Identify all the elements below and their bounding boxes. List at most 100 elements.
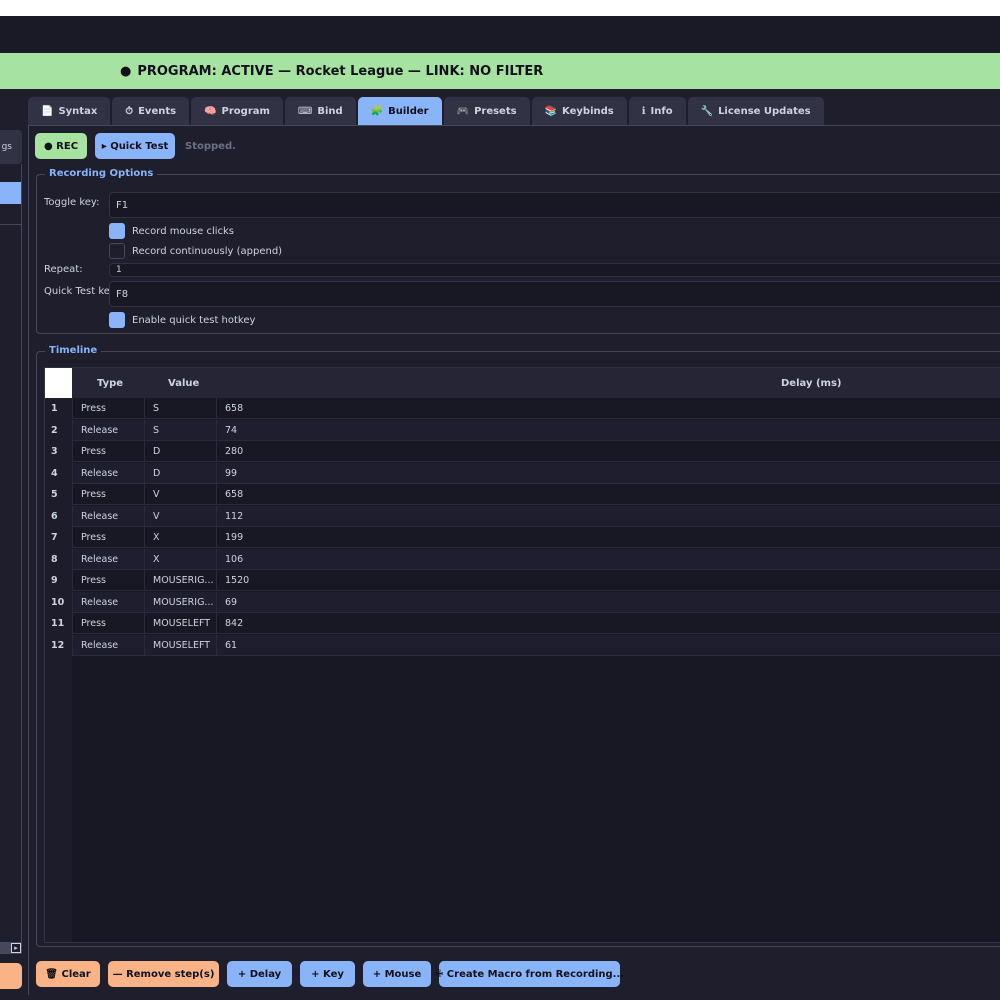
tab-syntax[interactable]: 📄 Syntax: [28, 97, 111, 125]
tab-keybinds[interactable]: 📚 Keybinds: [531, 97, 627, 125]
cell-value[interactable]: MOUSELEFT: [144, 613, 216, 634]
cell-type[interactable]: Release: [72, 462, 144, 484]
table-row[interactable]: 11 Press MOUSELEFT 842: [45, 613, 1000, 634]
cell-type[interactable]: Release: [72, 634, 144, 656]
cell-type[interactable]: Press: [72, 570, 144, 591]
tab-events[interactable]: ⏱ Events: [112, 97, 190, 125]
builder-content: ● REC ▸ Quick Test Stopped. Recording Op…: [28, 125, 1000, 995]
cell-value[interactable]: X: [144, 527, 216, 548]
record-mouse-clicks-checkbox[interactable]: [109, 223, 125, 239]
cell-value[interactable]: D: [144, 441, 216, 462]
cell-delay[interactable]: 61: [216, 634, 1000, 656]
select-all-corner[interactable]: [45, 368, 72, 398]
add-mouse-button[interactable]: + Mouse: [363, 961, 431, 987]
table-row[interactable]: 10 Release MOUSERIG... 69: [45, 591, 1000, 613]
cell-type[interactable]: Press: [72, 441, 144, 462]
cell-type[interactable]: Press: [72, 527, 144, 548]
row-number: 10: [45, 591, 72, 613]
cell-delay[interactable]: 106: [216, 548, 1000, 570]
record-continuously-row[interactable]: Record continuously (append): [109, 243, 282, 259]
add-delay-button[interactable]: + Delay: [227, 961, 292, 987]
cell-value[interactable]: MOUSELEFT: [144, 634, 216, 656]
record-mouse-clicks-row[interactable]: Record mouse clicks: [109, 223, 234, 239]
column-header-type[interactable]: Type: [97, 368, 123, 398]
checkbox-label: Enable quick test hotkey: [132, 314, 256, 326]
document-icon: 📄: [41, 105, 54, 117]
quick-test-key-input[interactable]: F8: [109, 281, 1000, 307]
table-row[interactable]: 1 Press S 658: [45, 398, 1000, 419]
rec-button[interactable]: ● REC: [35, 133, 87, 159]
cell-type[interactable]: Release: [72, 505, 144, 527]
tab-bind[interactable]: ⌨ Bind: [284, 97, 356, 125]
quick-test-button[interactable]: ▸ Quick Test: [95, 133, 175, 159]
cell-delay[interactable]: 842: [216, 613, 1000, 634]
cell-type[interactable]: Release: [72, 548, 144, 570]
cell-type[interactable]: Press: [72, 613, 144, 634]
sidebar-scrollbar[interactable]: ▸: [0, 942, 22, 954]
sidebar-tab[interactable]: gs: [0, 130, 22, 164]
cell-value[interactable]: MOUSERIG...: [144, 570, 216, 591]
cell-delay[interactable]: 112: [216, 505, 1000, 527]
cell-value[interactable]: MOUSERIG...: [144, 591, 216, 613]
tab-builder[interactable]: 🧩 Builder: [357, 97, 442, 125]
sidebar-list: [0, 164, 22, 950]
row-number: 8: [45, 548, 72, 570]
add-key-button[interactable]: + Key: [300, 961, 355, 987]
cell-type[interactable]: Release: [72, 419, 144, 441]
cell-value[interactable]: S: [144, 398, 216, 419]
tab-license-updates[interactable]: 🔧 License Updates: [687, 97, 824, 125]
tab-presets[interactable]: 🎮 Presets: [443, 97, 530, 125]
timeline-table[interactable]: Type Value Delay (ms) 1 Press S 658 2 Release…: [44, 367, 1000, 943]
cell-delay[interactable]: 99: [216, 462, 1000, 484]
sidebar-tab-label: gs: [1, 142, 12, 152]
table-row[interactable]: 8 Release X 106: [45, 548, 1000, 570]
toggle-key-label: Toggle key:: [44, 197, 100, 208]
cell-delay[interactable]: 658: [216, 398, 1000, 419]
table-row[interactable]: 6 Release V 112: [45, 505, 1000, 527]
cell-type[interactable]: Release: [72, 591, 144, 613]
scroll-right-icon[interactable]: ▸: [11, 943, 21, 953]
column-header-value[interactable]: Value: [168, 368, 199, 398]
cell-type[interactable]: Press: [72, 398, 144, 419]
enable-quick-test-checkbox[interactable]: [109, 312, 125, 328]
remove-steps-button[interactable]: — Remove step(s): [108, 961, 219, 987]
cell-delay[interactable]: 199: [216, 527, 1000, 548]
row-number: 6: [45, 505, 72, 527]
tab-label: Keybinds: [562, 105, 614, 117]
create-macro-button[interactable]: ✙ Create Macro from Recording...: [435, 961, 624, 987]
repeat-input[interactable]: 1: [109, 263, 1000, 277]
cell-delay[interactable]: 69: [216, 591, 1000, 613]
record-continuously-checkbox[interactable]: [109, 243, 125, 259]
tab-info[interactable]: ℹ Info: [628, 97, 686, 125]
sidebar-selected-item[interactable]: [0, 182, 21, 204]
table-row[interactable]: 3 Press D 280: [45, 441, 1000, 462]
table-row[interactable]: 12 Release MOUSELEFT 61: [45, 634, 1000, 656]
left-sidebar: gs ▸: [0, 130, 22, 989]
sidebar-action-button[interactable]: [0, 963, 22, 989]
cell-value[interactable]: D: [144, 462, 216, 484]
enable-quick-test-row[interactable]: Enable quick test hotkey: [109, 312, 255, 328]
toggle-key-input[interactable]: F1: [109, 192, 1000, 218]
cell-value[interactable]: V: [144, 484, 216, 505]
row-number: 9: [45, 570, 72, 591]
row-number: 2: [45, 419, 72, 441]
table-row[interactable]: 5 Press V 658: [45, 484, 1000, 505]
checkbox-label: Record continuously (append): [132, 245, 283, 257]
cell-delay[interactable]: 74: [216, 419, 1000, 441]
tab-label: Syntax: [58, 105, 98, 117]
cell-type[interactable]: Press: [72, 484, 144, 505]
cell-delay[interactable]: 1520: [216, 570, 1000, 591]
cell-delay[interactable]: 280: [216, 441, 1000, 462]
top-edge: [0, 0, 1000, 16]
column-header-delay[interactable]: Delay (ms): [781, 368, 841, 398]
table-row[interactable]: 2 Release S 74: [45, 419, 1000, 441]
cell-delay[interactable]: 658: [216, 484, 1000, 505]
table-row[interactable]: 4 Release D 99: [45, 462, 1000, 484]
cell-value[interactable]: V: [144, 505, 216, 527]
table-row[interactable]: 9 Press MOUSERIG... 1520: [45, 570, 1000, 591]
tab-program[interactable]: 🧠 Program: [191, 97, 283, 125]
clear-button[interactable]: 🗑 Clear: [36, 961, 100, 987]
table-row[interactable]: 7 Press X 199: [45, 527, 1000, 548]
cell-value[interactable]: S: [144, 419, 216, 441]
cell-value[interactable]: X: [144, 548, 216, 570]
